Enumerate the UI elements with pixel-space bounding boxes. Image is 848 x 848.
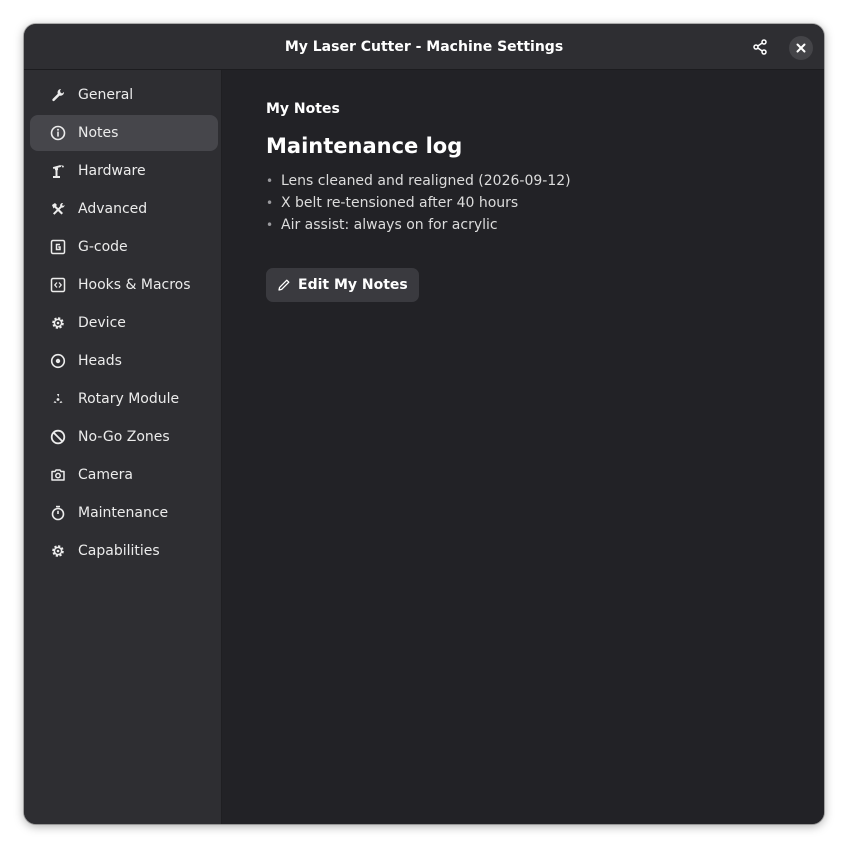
sidebar-item-device[interactable]: Device	[30, 305, 218, 341]
robot-arm-icon	[50, 163, 66, 179]
stopwatch-icon	[50, 505, 66, 521]
list-item: • Air assist: always on for acrylic	[266, 214, 571, 236]
sidebar-item-no-go-zones[interactable]: No-Go Zones	[30, 419, 218, 455]
info-icon	[50, 125, 66, 141]
settings-window: My Laser Cutter - Machine Settings Gener…	[24, 24, 824, 824]
sidebar-item-label: Device	[78, 315, 126, 331]
pencil-icon	[277, 278, 291, 292]
list-item: • X belt re-tensioned after 40 hours	[266, 192, 571, 214]
section-label: My Notes	[266, 101, 340, 117]
sidebar-item-hooks-macros[interactable]: Hooks & Macros	[30, 267, 218, 303]
note-list: • Lens cleaned and realigned (2026-09-12…	[266, 170, 571, 236]
sidebar-item-label: Notes	[78, 125, 119, 141]
close-icon	[796, 43, 806, 53]
sidebar-item-hardware[interactable]: Hardware	[30, 153, 218, 189]
target-icon	[50, 353, 66, 369]
sidebar-item-general[interactable]: General	[30, 77, 218, 113]
code-icon	[50, 277, 66, 293]
sidebar: General Notes Hardware Advanced G-code H…	[24, 70, 222, 824]
wrench-icon	[50, 87, 66, 103]
sidebar-item-advanced[interactable]: Advanced	[30, 191, 218, 227]
edit-notes-label: Edit My Notes	[298, 277, 408, 293]
sidebar-item-label: Heads	[78, 353, 122, 369]
sidebar-item-label: General	[78, 87, 134, 103]
list-item-text: Air assist: always on for acrylic	[281, 217, 498, 233]
gcode-icon	[50, 239, 66, 255]
sidebar-item-camera[interactable]: Camera	[30, 457, 218, 493]
close-button[interactable]	[789, 36, 813, 60]
list-item: • Lens cleaned and realigned (2026-09-12…	[266, 170, 571, 192]
share-button[interactable]	[748, 35, 772, 59]
bullet-icon: •	[266, 196, 274, 210]
sidebar-item-label: Maintenance	[78, 505, 169, 521]
sidebar-item-rotary-module[interactable]: Rotary Module	[30, 381, 218, 417]
sidebar-item-notes[interactable]: Notes	[30, 115, 218, 151]
main-content: My Notes Maintenance log • Lens cleaned …	[223, 70, 824, 824]
window-title: My Laser Cutter - Machine Settings	[284, 39, 564, 55]
sidebar-item-label: Hooks & Macros	[78, 277, 191, 293]
sidebar-item-label: G-code	[78, 239, 128, 255]
bullet-icon: •	[266, 218, 274, 232]
sidebar-item-heads[interactable]: Heads	[30, 343, 218, 379]
sidebar-item-label: Camera	[78, 467, 133, 483]
sidebar-item-label: Advanced	[78, 201, 148, 217]
sidebar-item-maintenance[interactable]: Maintenance	[30, 495, 218, 531]
camera-icon	[50, 467, 66, 483]
sidebar-item-label: Hardware	[78, 163, 146, 179]
prohibited-icon	[50, 429, 66, 445]
bullet-icon: •	[266, 174, 274, 188]
tools-icon	[50, 201, 66, 217]
edit-notes-button[interactable]: Edit My Notes	[266, 268, 419, 302]
rotary-icon	[50, 391, 66, 407]
note-heading: Maintenance log	[266, 134, 463, 158]
gear-icon	[50, 315, 66, 331]
sidebar-item-label: No-Go Zones	[78, 429, 170, 445]
titlebar: My Laser Cutter - Machine Settings	[24, 24, 824, 70]
sidebar-item-gcode[interactable]: G-code	[30, 229, 218, 265]
list-item-text: Lens cleaned and realigned (2026-09-12)	[281, 173, 571, 189]
sidebar-item-capabilities[interactable]: Capabilities	[30, 533, 218, 569]
sidebar-item-label: Rotary Module	[78, 391, 180, 407]
gear-icon	[50, 543, 66, 559]
list-item-text: X belt re-tensioned after 40 hours	[281, 195, 519, 211]
share-icon	[753, 39, 767, 55]
sidebar-item-label: Capabilities	[78, 543, 160, 559]
